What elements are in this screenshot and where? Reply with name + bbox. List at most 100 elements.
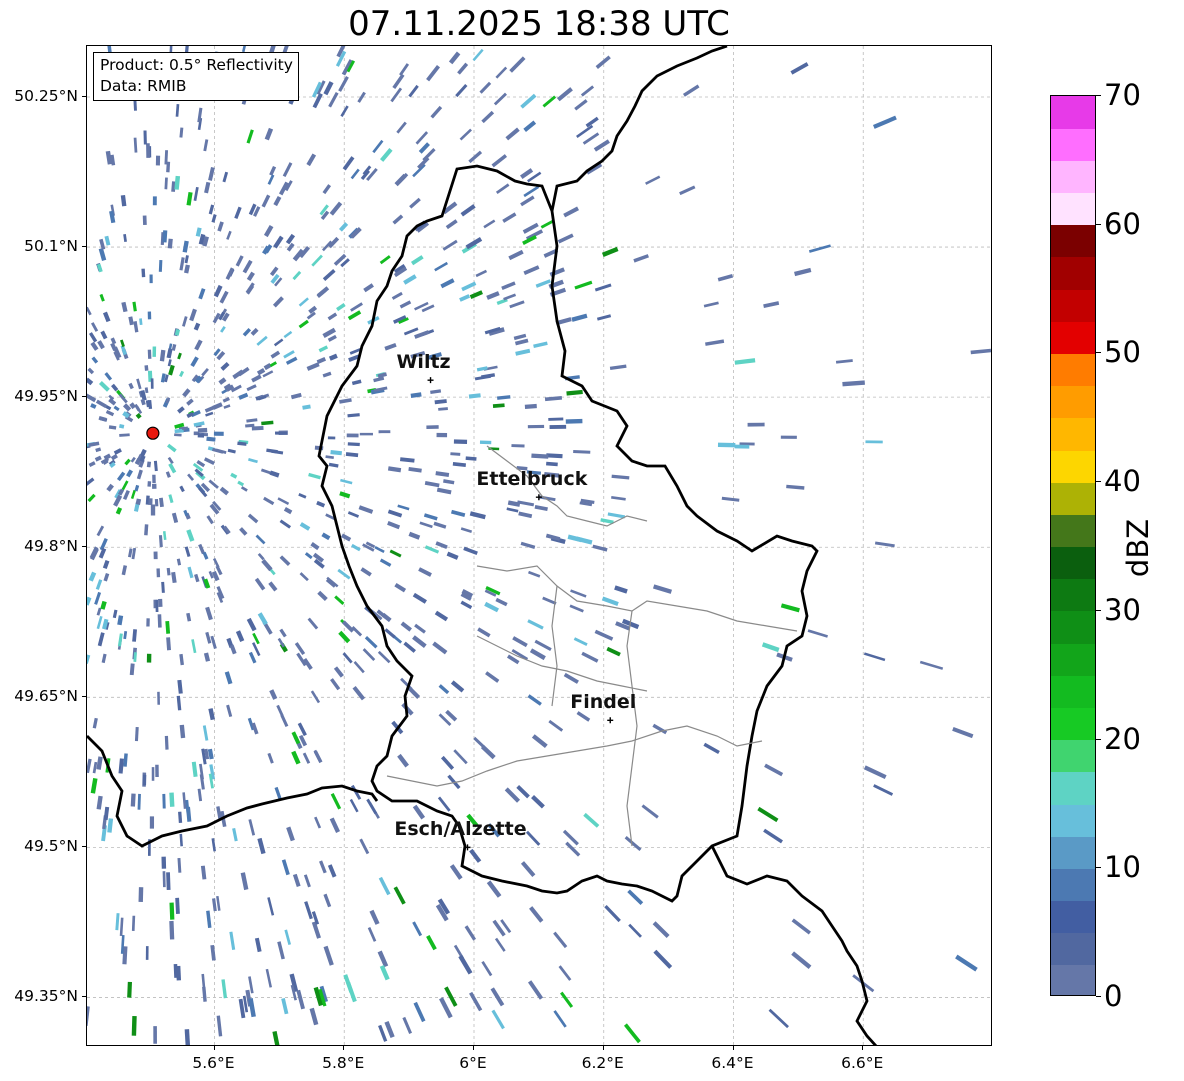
echo-cell bbox=[865, 440, 883, 444]
echo-cell bbox=[283, 350, 295, 359]
echo-cell bbox=[197, 788, 203, 802]
colorbar-tick bbox=[1096, 481, 1101, 483]
echo-cell bbox=[479, 440, 492, 445]
echo-cell bbox=[310, 542, 320, 551]
echo-cell bbox=[184, 546, 191, 558]
echo-cell bbox=[149, 274, 153, 284]
echo-cell bbox=[450, 680, 465, 693]
echo-cell bbox=[87, 377, 94, 386]
lon-tick-label: 6.6°E bbox=[841, 1054, 884, 1072]
echo-cell bbox=[609, 364, 627, 371]
echo-cell bbox=[98, 381, 110, 392]
echo-cell bbox=[254, 937, 262, 953]
echo-cell bbox=[252, 642, 261, 657]
echo-cell bbox=[97, 340, 105, 350]
echo-cell bbox=[440, 755, 455, 770]
echo-cell bbox=[450, 509, 466, 518]
echo-cell bbox=[138, 887, 144, 903]
echo-cell bbox=[652, 723, 668, 735]
echo-cell bbox=[595, 55, 611, 69]
echo-cell bbox=[143, 130, 147, 145]
echo-cell bbox=[177, 352, 182, 360]
echo-cell bbox=[323, 81, 334, 96]
echo-cell bbox=[412, 921, 423, 937]
echo-cell bbox=[212, 898, 217, 912]
echo-cell bbox=[208, 166, 215, 181]
echo-cell bbox=[518, 511, 533, 519]
lon-tick-label: 6.2°E bbox=[581, 1054, 624, 1072]
echo-cell bbox=[342, 652, 353, 664]
echo-cell bbox=[203, 139, 209, 152]
echo-cell bbox=[717, 442, 736, 448]
echo-cell bbox=[299, 572, 309, 582]
echo-cell bbox=[242, 259, 253, 274]
echo-cell bbox=[418, 142, 430, 154]
echo-cell bbox=[240, 486, 248, 492]
echo-cell bbox=[158, 535, 163, 548]
echo-cell bbox=[402, 1016, 413, 1034]
echo-cell bbox=[100, 600, 107, 610]
echo-cell bbox=[208, 708, 215, 721]
lon-tick bbox=[473, 1046, 474, 1050]
echo-cell bbox=[350, 302, 363, 312]
echo-cell bbox=[166, 348, 173, 359]
echo-cell bbox=[219, 290, 229, 304]
echo-cell bbox=[432, 641, 448, 655]
echo-cell bbox=[872, 115, 897, 129]
echo-cell bbox=[280, 714, 289, 728]
echo-cell bbox=[256, 368, 266, 376]
echo-cell bbox=[179, 653, 184, 666]
lat-tick-label: 49.65°N bbox=[14, 687, 78, 706]
echo-cell bbox=[119, 917, 124, 937]
echo-cell bbox=[119, 433, 130, 437]
echo-cell bbox=[601, 246, 619, 257]
echo-cell bbox=[187, 566, 194, 579]
echo-cell bbox=[412, 635, 427, 648]
echo-cell bbox=[285, 233, 296, 245]
echo-cell bbox=[627, 889, 644, 905]
echo-cell bbox=[469, 991, 483, 1012]
echo-cell bbox=[531, 794, 545, 809]
echo-cell bbox=[285, 356, 298, 365]
echo-cell bbox=[299, 522, 311, 531]
echo-cell bbox=[520, 93, 537, 109]
echo-cell bbox=[246, 129, 254, 144]
echo-cell bbox=[623, 1023, 641, 1044]
echo-cell bbox=[426, 934, 437, 951]
echo-cell bbox=[408, 84, 419, 98]
echo-cell bbox=[359, 432, 373, 436]
echo-cell bbox=[341, 620, 355, 633]
city-marker bbox=[427, 377, 434, 384]
echo-cell bbox=[147, 349, 152, 359]
echo-cell bbox=[476, 366, 488, 372]
echo-cell bbox=[246, 418, 258, 423]
echo-cell bbox=[316, 288, 327, 298]
colorbar-tick bbox=[1096, 352, 1101, 354]
echo-cell bbox=[440, 278, 455, 289]
echo-cell bbox=[102, 311, 111, 323]
echo-cell bbox=[387, 521, 401, 530]
echo-cell bbox=[123, 631, 128, 640]
echo-cell bbox=[302, 752, 311, 764]
echo-cell bbox=[347, 442, 360, 447]
echo-cell bbox=[263, 363, 272, 371]
echo-cell bbox=[133, 321, 139, 333]
echo-cell bbox=[438, 684, 450, 695]
echo-cell bbox=[807, 629, 828, 638]
colorbar-tick-label: 20 bbox=[1104, 721, 1141, 756]
echo-cell bbox=[410, 255, 424, 266]
lon-tick-label: 5.8°E bbox=[322, 1054, 365, 1072]
echo-cell bbox=[267, 174, 275, 185]
echo-cell bbox=[176, 558, 182, 566]
colorbar-segment bbox=[1051, 417, 1095, 451]
echo-cell bbox=[102, 559, 110, 569]
echo-cell bbox=[717, 274, 734, 282]
canton-border bbox=[476, 565, 798, 632]
echo-cell bbox=[558, 965, 572, 981]
colorbar-tick bbox=[1096, 867, 1101, 869]
echo-cell bbox=[641, 804, 659, 819]
radar-map[interactable] bbox=[86, 45, 992, 1046]
echo-cell bbox=[548, 719, 564, 732]
echo-cell bbox=[222, 171, 229, 183]
echo-cell bbox=[604, 904, 621, 923]
